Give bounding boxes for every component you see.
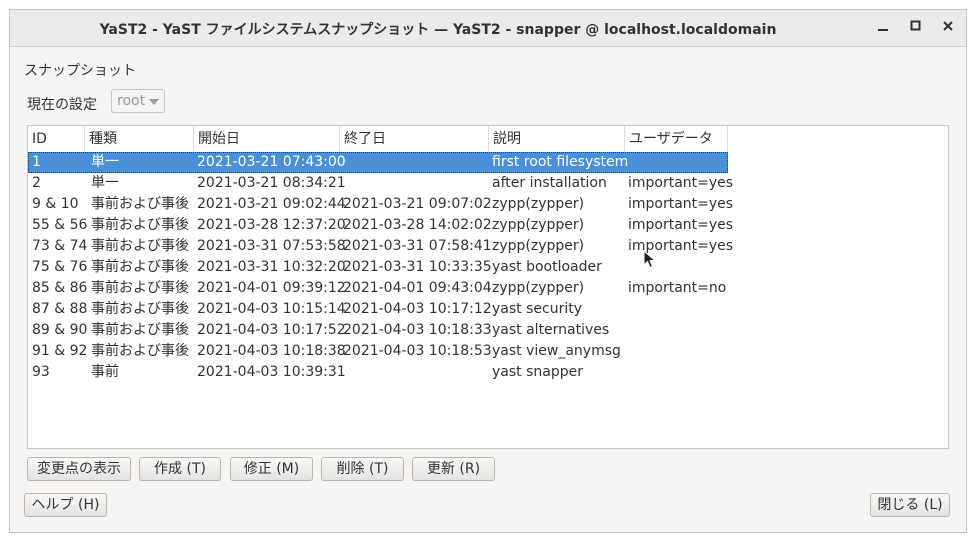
maximize-icon[interactable] bbox=[905, 18, 927, 38]
cell-desc: zypp(zypper) bbox=[492, 238, 585, 254]
cell-desc: zypp(zypper) bbox=[492, 196, 585, 212]
table-row[interactable]: 91 & 92 事前および事後 2021-04-03 10:18:38 2021-04… bbox=[28, 341, 948, 362]
table-row[interactable]: 1 単一 2021-03-21 07:43:00 first root filesys… bbox=[28, 152, 728, 173]
cell-id: 55 & 56 bbox=[32, 217, 88, 233]
cell-start: 2021-04-03 10:17:52 bbox=[197, 322, 346, 338]
cell-end: 2021-03-21 09:07:02 bbox=[343, 196, 492, 212]
main-window: YaST2 - YaST ファイルシステムスナップショット — YaST2 - … bbox=[9, 9, 967, 533]
chevron-down-icon bbox=[149, 99, 159, 105]
title-bar[interactable]: YaST2 - YaST ファイルシステムスナップショット — YaST2 - … bbox=[10, 10, 966, 47]
cell-type: 事前および事後 bbox=[91, 301, 189, 317]
header-type[interactable]: 種類 bbox=[85, 126, 194, 152]
cell-start: 2021-04-01 09:39:12 bbox=[197, 280, 346, 296]
cell-desc: after installation bbox=[492, 175, 607, 191]
cell-start: 2021-04-03 10:39:31 bbox=[197, 364, 346, 380]
cell-type: 事前 bbox=[91, 364, 119, 380]
cell-end: 2021-04-03 10:18:53 bbox=[343, 343, 492, 359]
cell-id: 85 & 86 bbox=[32, 280, 88, 296]
modify-button[interactable]: 修正 (M) bbox=[230, 457, 313, 481]
cell-type: 単一 bbox=[91, 175, 119, 191]
cell-start: 2021-03-31 07:53:58 bbox=[197, 238, 346, 254]
header-end[interactable]: 終了日 bbox=[340, 126, 489, 152]
section-label: スナップショット bbox=[24, 63, 136, 79]
table-row[interactable]: 9 & 10 事前および事後 2021-03-21 09:02:44 2021-03-… bbox=[28, 194, 948, 215]
cell-type: 事前および事後 bbox=[91, 343, 189, 359]
config-label: 現在の設定 bbox=[27, 97, 97, 113]
cell-type: 単一 bbox=[91, 154, 119, 170]
cell-id: 87 & 88 bbox=[32, 301, 88, 317]
header-id[interactable]: ID bbox=[28, 126, 85, 152]
table-header: ID 種類 開始日 終了日 説明 ユーザデータ bbox=[28, 126, 728, 153]
delete-button[interactable]: 削除 (T) bbox=[321, 457, 404, 481]
close-icon[interactable] bbox=[937, 18, 959, 38]
config-combo-value: root bbox=[117, 93, 146, 109]
minimize-icon[interactable] bbox=[872, 18, 894, 38]
table-row[interactable]: 2 単一 2021-03-21 08:34:21 after installation… bbox=[28, 173, 948, 194]
table-row[interactable]: 85 & 86 事前および事後 2021-04-01 09:39:12 2021-04… bbox=[28, 278, 948, 299]
cell-type: 事前および事後 bbox=[91, 196, 189, 212]
cell-desc: yast snapper bbox=[492, 364, 583, 380]
cell-start: 2021-03-21 07:43:00 bbox=[197, 154, 346, 170]
table-row[interactable]: 93 事前 2021-04-03 10:39:31 yast snapper bbox=[28, 362, 948, 383]
cell-desc: yast bootloader bbox=[492, 259, 602, 275]
header-description[interactable]: 説明 bbox=[489, 126, 625, 152]
snapshot-table[interactable]: ID 種類 開始日 終了日 説明 ユーザデータ 1 単一 2021-03-21 07… bbox=[27, 125, 949, 449]
cell-end: 2021-03-31 10:33:35 bbox=[343, 259, 492, 275]
cell-type: 事前および事後 bbox=[91, 280, 189, 296]
cell-user: important=yes bbox=[628, 175, 734, 191]
mouse-pointer-icon bbox=[643, 250, 657, 269]
cell-end: 2021-03-28 14:02:02 bbox=[343, 217, 492, 233]
help-button[interactable]: ヘルプ (H) bbox=[24, 493, 107, 517]
cell-id: 93 bbox=[32, 364, 50, 380]
table-row[interactable]: 55 & 56 事前および事後 2021-03-28 12:37:20 2021-03… bbox=[28, 215, 948, 236]
cell-desc: zypp(zypper) bbox=[492, 280, 585, 296]
cell-start: 2021-03-21 09:02:44 bbox=[197, 196, 346, 212]
cell-id: 9 & 10 bbox=[32, 196, 79, 212]
cell-user: important=yes bbox=[628, 196, 734, 212]
refresh-button[interactable]: 更新 (R) bbox=[412, 457, 495, 481]
window-title: YaST2 - YaST ファイルシステムスナップショット — YaST2 - … bbox=[99, 22, 777, 38]
cell-start: 2021-04-03 10:15:14 bbox=[197, 301, 346, 317]
table-body: 1 単一 2021-03-21 07:43:00 first root filesys… bbox=[28, 152, 948, 383]
cell-id: 1 bbox=[32, 154, 41, 170]
close-icon-glyph bbox=[943, 21, 953, 31]
config-combo[interactable]: root bbox=[111, 89, 165, 113]
cell-desc: yast alternatives bbox=[492, 322, 610, 338]
cell-type: 事前および事後 bbox=[91, 217, 189, 233]
table-row[interactable]: 75 & 76 事前および事後 2021-03-31 10:32:20 2021-03… bbox=[28, 257, 948, 278]
cell-id: 73 & 74 bbox=[32, 238, 88, 254]
cell-start: 2021-03-21 08:34:21 bbox=[197, 175, 346, 191]
header-userdata[interactable]: ユーザデータ bbox=[625, 126, 728, 152]
cell-desc: first root filesystem bbox=[492, 154, 629, 170]
cell-start: 2021-04-03 10:18:38 bbox=[197, 343, 346, 359]
header-start[interactable]: 開始日 bbox=[194, 126, 340, 152]
cell-end: 2021-04-03 10:18:33 bbox=[343, 322, 492, 338]
cell-desc: zypp(zypper) bbox=[492, 217, 585, 233]
cell-desc: yast security bbox=[492, 301, 582, 317]
cell-type: 事前および事後 bbox=[91, 238, 189, 254]
cell-user: important=yes bbox=[628, 217, 734, 233]
table-row[interactable]: 73 & 74 事前および事後 2021-03-31 07:53:58 2021-03… bbox=[28, 236, 948, 257]
cell-type: 事前および事後 bbox=[91, 322, 189, 338]
table-row[interactable]: 87 & 88 事前および事後 2021-04-03 10:15:14 2021-04… bbox=[28, 299, 948, 320]
table-row[interactable]: 89 & 90 事前および事後 2021-04-03 10:17:52 2021-04… bbox=[28, 320, 948, 341]
cell-end: 2021-03-31 07:58:41 bbox=[343, 238, 492, 254]
cell-id: 2 bbox=[32, 175, 41, 191]
cell-type: 事前および事後 bbox=[91, 259, 189, 275]
cell-user: important=no bbox=[628, 280, 727, 296]
cell-id: 91 & 92 bbox=[32, 343, 88, 359]
cell-id: 89 & 90 bbox=[32, 322, 88, 338]
show-changes-button[interactable]: 変更点の表示 bbox=[27, 457, 131, 481]
cell-desc: yast view_anymsg bbox=[492, 343, 621, 359]
create-button[interactable]: 作成 (T) bbox=[139, 457, 221, 481]
cell-end: 2021-04-01 09:43:04 bbox=[343, 280, 492, 296]
cell-start: 2021-03-28 12:37:20 bbox=[197, 217, 346, 233]
minimize-icon-glyph bbox=[878, 29, 888, 31]
cell-start: 2021-03-31 10:32:20 bbox=[197, 259, 346, 275]
cell-id: 75 & 76 bbox=[32, 259, 88, 275]
close-button[interactable]: 閉じる (L) bbox=[870, 493, 950, 517]
maximize-icon-glyph bbox=[910, 20, 921, 31]
cell-end: 2021-04-03 10:17:12 bbox=[343, 301, 492, 317]
